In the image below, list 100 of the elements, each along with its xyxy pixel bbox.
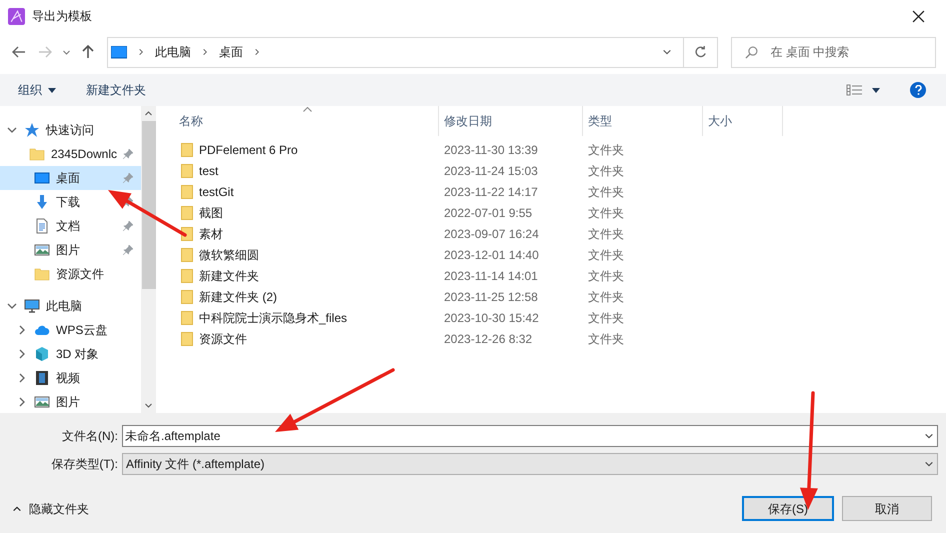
address-bar[interactable]: 此电脑 桌面	[107, 36, 718, 68]
folder-icon	[181, 310, 193, 324]
file-row[interactable]: 中科院院士演示隐身术_files 2023-10-30 15:42 文件夹	[178, 307, 946, 328]
up-arrow-icon	[81, 45, 95, 59]
scrollbar-thumb[interactable]	[142, 121, 156, 289]
sidebar-item[interactable]: 文档	[0, 214, 141, 238]
modified-date: 2023-09-07 16:24	[443, 226, 540, 242]
sidebar-item[interactable]: 图片	[0, 390, 141, 413]
sidebar-label: 此电脑	[46, 298, 83, 315]
file-type: 文件夹	[587, 288, 625, 306]
details-view-icon	[846, 84, 862, 96]
sidebar-item[interactable]: 图片	[0, 238, 141, 262]
file-type: 文件夹	[587, 246, 625, 264]
file-type: 文件夹	[587, 142, 625, 158]
file-type: 文件夹	[587, 268, 625, 284]
save-type-dropdown[interactable]: Affinity 文件 (*.aftemplate)	[122, 453, 938, 475]
file-name: 微软繁细圆	[199, 246, 259, 264]
search-field[interactable]: 在 桌面 中搜索	[730, 36, 936, 68]
file-row[interactable]: 新建文件夹 (2) 2023-11-25 12:58 文件夹	[178, 286, 946, 307]
file-row[interactable]: 资源文件 2023-12-26 8:32 文件夹	[178, 328, 946, 349]
file-row[interactable]: PDFelement 6 Pro 2023-11-30 13:39 文件夹	[178, 139, 946, 160]
file-type: 文件夹	[587, 310, 625, 326]
sort-caret-icon	[303, 107, 312, 112]
file-row[interactable]: 新建文件夹 2023-11-14 14:01 文件夹	[178, 265, 946, 286]
modified-date: 2023-11-22 14:17	[443, 184, 539, 200]
sidebar-label: WPS云盘	[56, 322, 108, 339]
save-type-label: 保存类型(T):	[50, 456, 119, 473]
file-name: 资源文件	[199, 330, 247, 348]
pin-icon[interactable]	[123, 149, 133, 159]
sidebar-item[interactable]: 2345Downlc	[0, 142, 141, 166]
dropdown-icon	[924, 431, 934, 441]
file-name: 截图	[199, 204, 223, 222]
recent-locations-button[interactable]	[62, 48, 71, 56]
breadcrumb[interactable]: 桌面	[219, 43, 243, 61]
scroll-down-icon	[144, 401, 153, 410]
column-header[interactable]: 类型	[583, 106, 703, 136]
monitor-icon	[111, 46, 127, 58]
file-row[interactable]: testGit 2023-11-22 14:17 文件夹	[178, 181, 946, 202]
pin-icon[interactable]	[123, 245, 133, 255]
file-row[interactable]: test 2023-11-24 15:03 文件夹	[178, 160, 946, 181]
file-name: PDFelement 6 Pro	[199, 142, 298, 158]
file-row[interactable]: 微软繁细圆 2023-12-01 14:40 文件夹	[178, 244, 946, 265]
folder-icon	[181, 268, 193, 282]
document-icon	[34, 218, 50, 234]
organize-menu[interactable]: 组织	[18, 81, 56, 99]
computer-icon	[24, 298, 40, 314]
file-name: 中科院院士演示隐身术_files	[199, 310, 348, 326]
save-button[interactable]: 保存(S)	[742, 496, 834, 521]
file-name: 新建文件夹 (2)	[199, 288, 277, 306]
sidebar-label: 图片	[56, 242, 81, 259]
file-type: 文件夹	[587, 330, 625, 348]
forward-arrow-icon	[38, 45, 52, 59]
sidebar-label: 桌面	[56, 170, 81, 187]
sidebar-item[interactable]: 此电脑	[0, 294, 141, 318]
column-header[interactable]: 名称	[178, 106, 439, 136]
file-type: 文件夹	[587, 162, 625, 180]
file-name: 素材	[199, 226, 223, 242]
column-header[interactable]: 修改日期	[439, 106, 583, 136]
cancel-button[interactable]: 取消	[842, 496, 932, 521]
refresh-icon	[694, 46, 706, 58]
chevron-icon	[253, 48, 261, 56]
breadcrumb[interactable]: 此电脑	[155, 43, 191, 61]
sidebar-label: 下载	[56, 194, 81, 211]
modified-date: 2023-11-24 15:03	[443, 162, 539, 180]
file-name: testGit	[199, 184, 234, 200]
film-icon	[34, 370, 50, 386]
pin-icon[interactable]	[123, 221, 133, 231]
app-logo-icon	[8, 8, 25, 24]
folder-icon	[28, 146, 45, 162]
folder-icon	[181, 206, 193, 220]
sidebar-item[interactable]: 桌面	[0, 166, 141, 190]
folder-icon	[181, 248, 193, 262]
sidebar-label: 3D 对象	[56, 346, 100, 363]
folder-icon	[181, 164, 193, 178]
help-button[interactable]	[910, 82, 926, 98]
folder-icon	[34, 266, 50, 282]
file-row[interactable]: 素材 2023-09-07 16:24 文件夹	[178, 223, 946, 244]
scroll-up-icon	[144, 109, 153, 118]
hide-folders-button[interactable]: 隐藏文件夹	[12, 500, 89, 518]
column-header[interactable]: 大小	[703, 106, 783, 136]
down-arrow-icon	[34, 194, 50, 210]
sidebar-item[interactable]: 视频	[0, 366, 141, 390]
caret-icon	[872, 88, 880, 92]
star-icon	[24, 122, 40, 138]
filename-field[interactable]: 未命名.aftemplate	[122, 425, 938, 447]
dropdown-icon	[924, 459, 934, 469]
sidebar-item[interactable]: 资源文件	[0, 262, 141, 286]
chevron-icon	[137, 48, 145, 56]
file-row[interactable]: 截图 2022-07-01 9:55 文件夹	[178, 202, 946, 223]
sidebar-item[interactable]: 3D 对象	[0, 342, 141, 366]
sidebar-item[interactable]: WPS云盘	[0, 318, 141, 342]
view-options-button[interactable]	[846, 84, 880, 96]
caret-icon	[662, 47, 672, 57]
monitor-icon	[34, 170, 50, 186]
file-type: 文件夹	[587, 204, 625, 222]
sidebar-item[interactable]: 快速访问	[0, 118, 141, 142]
scrollbar[interactable]	[141, 106, 156, 413]
sidebar-label: 图片	[56, 394, 81, 411]
new-folder-button[interactable]: 新建文件夹	[86, 81, 146, 99]
search-icon	[744, 46, 758, 58]
